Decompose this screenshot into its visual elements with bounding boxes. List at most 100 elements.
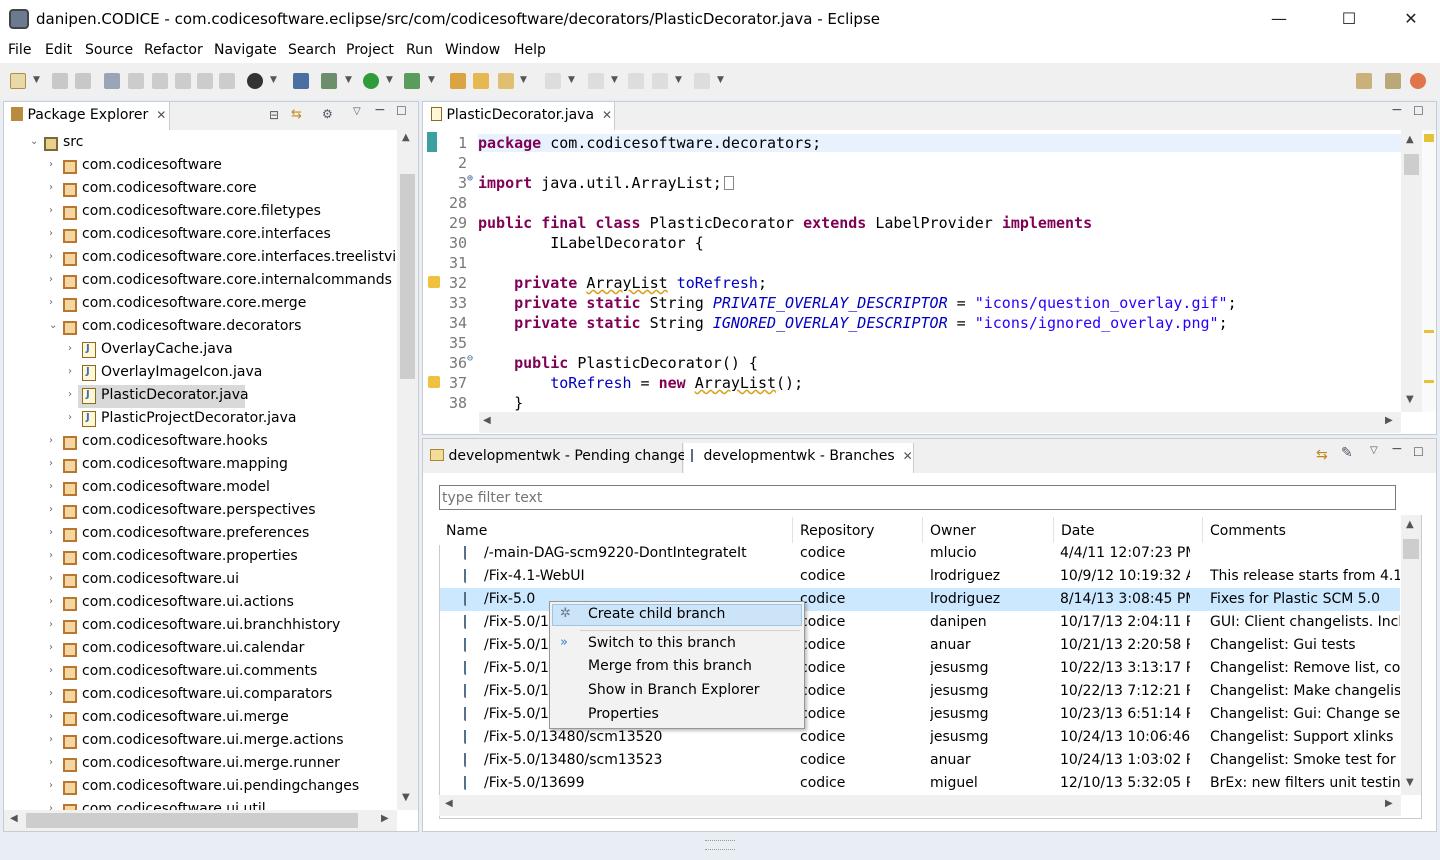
annotate-icon[interactable] (219, 73, 235, 89)
tree-item[interactable]: › com.codicesoftware.perspectives (4, 500, 397, 523)
chevron-down-icon[interactable]: ⌄ (30, 136, 38, 147)
tree-item[interactable]: › com.codicesoftware.hooks (4, 431, 397, 454)
tree-item[interactable]: › com.codicesoftware.core.filetypes (4, 201, 397, 224)
chevron-right-icon[interactable]: › (49, 251, 53, 262)
chevron-down-icon[interactable]: ▼ (717, 75, 724, 85)
tree-item[interactable]: › OverlayCache.java (4, 339, 397, 362)
chevron-right-icon[interactable]: › (49, 757, 53, 768)
table-row[interactable]: /Fix-5.0/13480/scm13520 codice jesusmg 10/2… (440, 726, 1400, 749)
overview-warning-marker[interactable] (1424, 134, 1434, 142)
sash-handle[interactable] (705, 840, 735, 850)
scrollbar-thumb[interactable] (1403, 539, 1419, 559)
filter-icon[interactable]: ⚙ (322, 107, 333, 121)
scroll-down-icon[interactable]: ▼ (1406, 777, 1414, 788)
menu-navigate[interactable]: Navigate (214, 42, 277, 58)
edit-query-icon[interactable]: ✎ (1341, 445, 1353, 461)
tree-item[interactable]: › com.codicesoftware.core.interfaces.tree… (4, 247, 397, 270)
close-icon[interactable]: ✕ (156, 108, 166, 122)
edit-icon[interactable] (128, 73, 144, 89)
minimize-view-icon[interactable]: − (1391, 102, 1403, 118)
chevron-right-icon[interactable]: › (49, 711, 53, 722)
tree-item[interactable]: › com.codicesoftware.ui.util (4, 799, 397, 810)
editor-horizontal-scrollbar[interactable]: ◀ ▶ (479, 412, 1401, 433)
editor-vertical-scrollbar[interactable]: ▲ ▼ (1401, 130, 1422, 412)
scroll-right-icon[interactable]: ▶ (381, 813, 389, 824)
menu-search[interactable]: Search (288, 42, 336, 58)
maximize-view-icon[interactable]: ☐ (1413, 104, 1424, 118)
compare-icon[interactable] (175, 73, 191, 89)
menu-refactor[interactable]: Refactor (144, 42, 203, 58)
chevron-right-icon[interactable]: › (49, 274, 53, 285)
chevron-right-icon[interactable]: › (49, 573, 53, 584)
view-menu-icon[interactable]: ▽ (353, 106, 361, 117)
chevron-right-icon[interactable]: › (49, 780, 53, 791)
plastic-icon[interactable] (104, 73, 120, 89)
column-divider[interactable] (792, 517, 793, 543)
chevron-right-icon[interactable]: › (49, 182, 53, 193)
menu-item-properties[interactable]: Properties (588, 706, 659, 722)
tab-plasticdecorator-java[interactable]: PlasticDecorator.java ✕ (423, 102, 615, 130)
pencil-icon[interactable] (498, 73, 514, 89)
chevron-right-icon[interactable]: › (49, 688, 53, 699)
history-icon[interactable] (197, 73, 213, 89)
scrollbar-thumb[interactable] (26, 813, 358, 828)
tree-item[interactable]: ⌄ src (4, 132, 397, 155)
chevron-down-icon[interactable]: ▼ (386, 75, 393, 85)
code-editor[interactable]: 1 package com.codicesoftware.decorators; 2… (423, 130, 1401, 412)
column-divider[interactable] (1202, 517, 1203, 543)
fold-icon[interactable]: ⊕ (467, 173, 473, 184)
external-tools-icon[interactable] (404, 73, 420, 89)
java-perspective-icon[interactable] (1385, 73, 1401, 89)
prev-annotation-icon[interactable] (588, 73, 604, 89)
column-header-name[interactable]: Name (446, 523, 487, 539)
tree-item[interactable]: ⌄ com.codicesoftware.decorators (4, 316, 397, 339)
open-perspective-icon[interactable] (1356, 73, 1372, 89)
chevron-right-icon[interactable]: › (49, 458, 53, 469)
folded-import-box[interactable] (723, 176, 734, 190)
tree-item[interactable]: › OverlayImageIcon.java (4, 362, 397, 385)
tree-item[interactable]: › com.codicesoftware.mapping (4, 454, 397, 477)
column-divider[interactable] (922, 517, 923, 543)
chevron-down-icon[interactable]: ⌄ (49, 320, 57, 331)
chevron-right-icon[interactable]: › (49, 527, 53, 538)
scroll-up-icon[interactable]: ▲ (402, 132, 410, 143)
vertical-scrollbar[interactable]: ▲ ▼ (397, 130, 418, 810)
chevron-down-icon[interactable]: ▼ (520, 75, 527, 85)
scrollbar-thumb[interactable] (400, 174, 415, 379)
tree-item[interactable]: › com.codicesoftware.model (4, 477, 397, 500)
menu-project[interactable]: Project (346, 42, 394, 58)
chevron-right-icon[interactable]: › (49, 734, 53, 745)
view-menu-icon[interactable]: ▽ (1370, 445, 1378, 456)
column-header-repository[interactable]: Repository (800, 523, 874, 539)
table-vertical-scrollbar[interactable]: ▲ ▼ (1401, 515, 1421, 795)
scroll-left-icon[interactable]: ◀ (445, 798, 453, 809)
tree-item[interactable]: › com.codicesoftware.core (4, 178, 397, 201)
scroll-left-icon[interactable]: ◀ (10, 813, 18, 824)
fold-icon[interactable]: ⊖ (467, 353, 473, 364)
table-horizontal-scrollbar[interactable]: ◀ ▶ (439, 795, 1401, 816)
scroll-up-icon[interactable]: ▲ (1406, 519, 1414, 530)
chevron-right-icon[interactable]: › (68, 343, 72, 354)
tree-item[interactable]: › PlasticDecorator.java (4, 385, 397, 408)
warning-icon[interactable] (428, 376, 440, 388)
chevron-right-icon[interactable]: › (68, 412, 72, 423)
menu-window[interactable]: Window (445, 42, 500, 58)
tree-item[interactable]: › PlasticProjectDecorator.java (4, 408, 397, 431)
link-editor-icon[interactable]: ⇆ (291, 107, 302, 122)
bug-icon[interactable] (321, 73, 337, 89)
table-row[interactable]: /Fix-4.1-WebUI codice lrodriguez 10/9/12 10… (440, 565, 1400, 588)
new-icon[interactable] (10, 73, 26, 89)
chevron-down-icon[interactable]: ▼ (428, 75, 435, 85)
column-header-date[interactable]: Date (1061, 523, 1094, 539)
debug-perspective-icon[interactable] (247, 73, 263, 89)
tree-item[interactable]: › com.codicesoftware (4, 155, 397, 178)
tree-item[interactable]: › com.codicesoftware.core.interfaces (4, 224, 397, 247)
table-row[interactable]: /Fix-5.0/13699 codice miguel 12/10/13 5:32:… (440, 772, 1400, 795)
tree-item[interactable]: › com.codicesoftware.ui.comments (4, 661, 397, 684)
chevron-down-icon[interactable]: ▼ (568, 75, 575, 85)
chevron-down-icon[interactable]: ▼ (270, 75, 277, 85)
last-edit-icon[interactable] (628, 73, 644, 89)
scrollbar-thumb[interactable] (1404, 154, 1419, 175)
tree-item[interactable]: › com.codicesoftware.core.merge (4, 293, 397, 316)
refresh-icon[interactable]: ⇆ (1316, 447, 1328, 463)
